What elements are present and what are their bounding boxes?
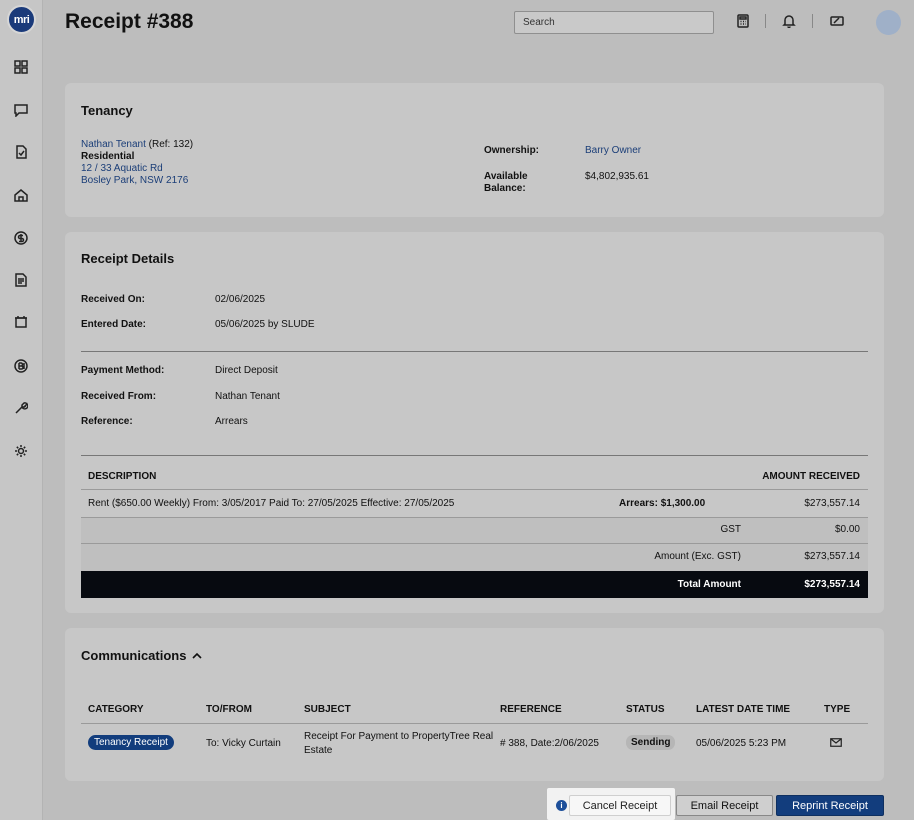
- status-badge: Sending: [626, 735, 676, 750]
- communications-card: Communications CATEGORY TO/FROM SUBJECT …: [65, 628, 884, 781]
- tenant-line: Nathan Tenant (Ref: 132): [81, 139, 193, 150]
- receipt-details-heading: Receipt Details: [81, 251, 175, 266]
- tenant-ref: (Ref: 132): [148, 139, 194, 150]
- chevron-up-icon[interactable]: [192, 652, 202, 660]
- received-from-label: Received From:: [81, 391, 157, 402]
- financial-icon[interactable]: [12, 229, 30, 247]
- search-input[interactable]: [514, 11, 714, 34]
- line-description: Rent ($650.00 Weekly) From: 3/05/2017 Pa…: [88, 498, 455, 509]
- divider: [81, 455, 868, 456]
- reprint-receipt-button[interactable]: Reprint Receipt: [776, 795, 884, 816]
- communications-title: Communications: [81, 648, 187, 663]
- to-from-value: To: Vicky Curtain: [206, 738, 281, 749]
- line-arrears: Arrears: $1,300.00: [619, 498, 706, 509]
- sidebar: mri: [0, 0, 43, 820]
- col-description: DESCRIPTION: [88, 471, 157, 482]
- tenant-name-link[interactable]: Nathan Tenant: [81, 139, 146, 150]
- divider: [81, 351, 868, 352]
- tenancy-card: Tenancy Nathan Tenant (Ref: 132) Residen…: [65, 83, 884, 217]
- cancel-receipt-button[interactable]: Cancel Receipt: [569, 795, 671, 816]
- ticket-icon[interactable]: [828, 12, 846, 30]
- excl-gst-label: Amount (Exc. GST): [654, 551, 741, 562]
- excl-gst-row: [81, 544, 868, 571]
- col-amount-received: AMOUNT RECEIVED: [762, 471, 860, 482]
- receipt-details-card: Receipt Details Received On: 02/06/2025 …: [65, 232, 884, 613]
- line-amount: $273,557.14: [804, 498, 860, 509]
- payment-method-value: Direct Deposit: [215, 365, 278, 376]
- total-label: Total Amount: [677, 579, 741, 590]
- category-tag[interactable]: Tenancy Receipt: [88, 735, 174, 750]
- ownership-link[interactable]: Barry Owner: [585, 145, 641, 156]
- communications-heading[interactable]: Communications: [81, 648, 202, 663]
- ownership-label: Ownership:: [484, 145, 540, 156]
- col-subject: SUBJECT: [304, 704, 351, 715]
- info-icon[interactable]: i: [556, 800, 567, 811]
- balance-label: Balance:: [484, 183, 526, 194]
- bi-icon[interactable]: [12, 357, 30, 375]
- excl-gst-value: $273,557.14: [804, 551, 860, 562]
- reference-value: # 388, Date:2/06/2025: [500, 738, 599, 749]
- email-receipt-button[interactable]: Email Receipt: [676, 795, 773, 816]
- payment-method-label: Payment Method:: [81, 365, 165, 376]
- messages-icon[interactable]: [12, 101, 30, 119]
- entered-date-label: Entered Date:: [81, 319, 147, 330]
- col-type: TYPE: [824, 704, 851, 715]
- avatar[interactable]: [876, 10, 901, 35]
- row-divider: [81, 489, 868, 490]
- address-line2[interactable]: Bosley Park, NSW 2176: [81, 175, 188, 186]
- total-value: $273,557.14: [804, 579, 860, 590]
- header-divider: [812, 14, 813, 28]
- tasks-icon[interactable]: [12, 143, 30, 161]
- settings-icon[interactable]: [12, 442, 30, 460]
- envelope-icon[interactable]: [830, 738, 842, 747]
- col-reference: REFERENCE: [500, 704, 562, 715]
- balance-value: $4,802,935.61: [585, 171, 649, 182]
- col-status: STATUS: [626, 704, 665, 715]
- reference-label: Reference:: [81, 416, 133, 427]
- subject-line1: Receipt For Payment to PropertyTree Real: [304, 731, 494, 742]
- col-to-from: TO/FROM: [206, 704, 252, 715]
- documents-icon[interactable]: [12, 271, 30, 289]
- gst-row: [81, 518, 868, 543]
- balance-label: Available: [484, 171, 528, 182]
- received-from-value: Nathan Tenant: [215, 391, 280, 402]
- datetime-value: 05/06/2025 5:23 PM: [696, 738, 787, 749]
- received-on-label: Received On:: [81, 294, 145, 305]
- tenancy-heading: Tenancy: [81, 103, 133, 118]
- received-on-value: 02/06/2025: [215, 294, 266, 305]
- address-line1[interactable]: 12 / 33 Aquatic Rd: [81, 163, 163, 174]
- calculator-icon[interactable]: [734, 12, 752, 30]
- entered-date-value: 05/06/2025 by SLUDE: [215, 319, 315, 330]
- inspections-icon[interactable]: [12, 313, 30, 331]
- dashboard-icon[interactable]: [12, 58, 30, 76]
- gst-value: $0.00: [834, 524, 860, 535]
- mri-logo[interactable]: mri: [7, 5, 36, 34]
- page-title: Receipt #388: [65, 10, 194, 33]
- col-latest-date-time: LATEST DATE TIME: [696, 704, 791, 715]
- total-row: Total Amount $273,557.14: [81, 571, 868, 598]
- bell-icon[interactable]: [780, 12, 798, 30]
- col-category: CATEGORY: [88, 704, 144, 715]
- gst-label: GST: [720, 524, 741, 535]
- reference-value: Arrears: [215, 416, 248, 427]
- maintenance-icon[interactable]: [12, 399, 30, 417]
- row-divider: [81, 723, 868, 724]
- subject-line2: Estate: [304, 745, 333, 756]
- tenancy-type: Residential: [81, 151, 135, 162]
- property-icon[interactable]: [12, 186, 30, 204]
- header-divider: [765, 14, 766, 28]
